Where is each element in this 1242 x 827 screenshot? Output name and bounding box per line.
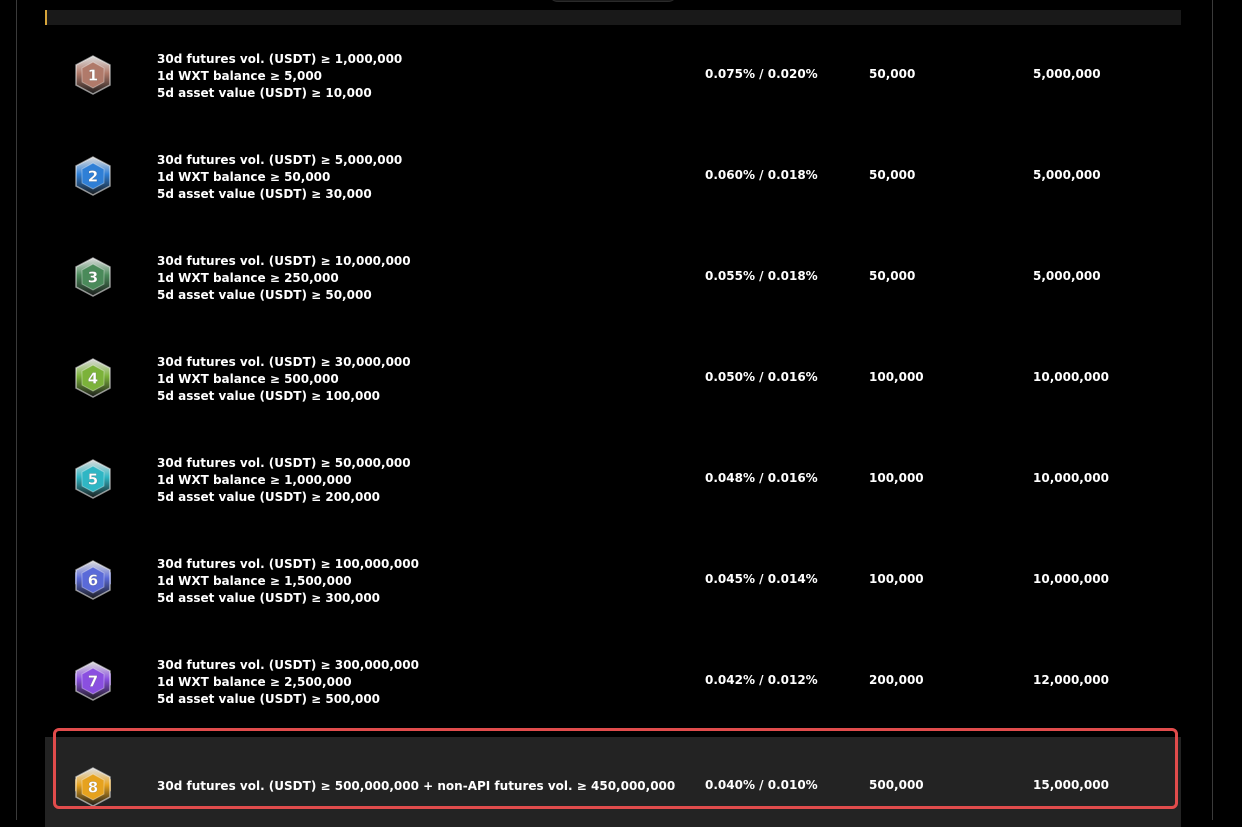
svg-text:4: 4 [88,370,98,388]
vip-level-5-badge-icon: 5 [71,457,115,501]
vip-level-4-badge-icon: 4 [71,356,115,400]
requirement-line: 1d WXT balance ≥ 500,000 [157,372,339,386]
requirement-line: 5d asset value (USDT) ≥ 300,000 [157,591,381,605]
tier-limit-value: 100,000 [869,370,924,384]
tier-requirements: 30d futures vol. (USDT) ≥ 300,000,000 1d … [157,657,419,708]
requirement-line: 30d futures vol. (USDT) ≥ 300,000,000 [157,658,419,672]
tier-limit-value: 100,000 [869,572,924,586]
vip-level-2-badge-icon: 2 [71,154,115,198]
tier-withdraw-value: 10,000,000 [1033,572,1109,586]
tier-withdraw-value: 5,000,000 [1033,67,1101,81]
requirement-line: 5d asset value (USDT) ≥ 200,000 [157,490,381,504]
svg-text:1: 1 [88,67,98,85]
requirement-line: 1d WXT balance ≥ 2,500,000 [157,675,352,689]
maker-taker-fee: 0.050% / 0.016% [705,370,818,384]
tier-limit-value: 50,000 [869,168,916,182]
tier-requirements: 30d futures vol. (USDT) ≥ 10,000,000 1d W… [157,253,411,304]
maker-taker-fee: 0.040% / 0.010% [705,778,818,792]
requirement-line: 5d asset value (USDT) ≥ 10,000 [157,86,372,100]
requirement-line: 30d futures vol. (USDT) ≥ 10,000,000 [157,254,411,268]
vip-level-8-badge-icon: 8 [71,765,115,809]
tier-limit-value: 50,000 [869,269,916,283]
tier-requirements: 30d futures vol. (USDT) ≥ 1,000,000 1d WX… [157,51,402,102]
page-left-border [16,0,17,820]
requirement-line: 1d WXT balance ≥ 250,000 [157,271,339,285]
vip-level-1-badge-icon: 1 [71,53,115,97]
tier-limit-value: 50,000 [869,67,916,81]
page-right-border [1212,0,1213,820]
requirement-line: 5d asset value (USDT) ≥ 100,000 [157,389,381,403]
tier-requirements: 30d futures vol. (USDT) ≥ 5,000,000 1d WX… [157,152,402,203]
tier-row: 5 30d futures vol. (USDT) ≥ 50,000,000 1d… [45,429,1181,530]
tier-requirements: 30d futures vol. (USDT) ≥ 500,000,000 + … [157,778,675,795]
requirement-line: 30d futures vol. (USDT) ≥ 5,000,000 [157,153,403,167]
requirement-line: 30d futures vol. (USDT) ≥ 500,000,000 + … [157,779,676,793]
requirement-line: 30d futures vol. (USDT) ≥ 1,000,000 [157,52,403,66]
svg-text:8: 8 [88,779,98,797]
tier-limit-value: 200,000 [869,673,924,687]
tier-withdraw-value: 10,000,000 [1033,370,1109,384]
requirement-line: 30d futures vol. (USDT) ≥ 30,000,000 [157,355,411,369]
tier-row: 6 30d futures vol. (USDT) ≥ 100,000,000 1… [45,530,1181,631]
svg-text:7: 7 [88,673,98,691]
svg-text:3: 3 [88,269,98,287]
maker-taker-fee: 0.075% / 0.020% [705,67,818,81]
tier-row: 4 30d futures vol. (USDT) ≥ 30,000,000 1d… [45,328,1181,429]
requirement-line: 1d WXT balance ≥ 1,000,000 [157,473,352,487]
maker-taker-fee: 0.060% / 0.018% [705,168,818,182]
tier-withdraw-value: 15,000,000 [1033,778,1109,792]
tier-withdraw-value: 5,000,000 [1033,269,1101,283]
table-header-bar [45,10,1181,25]
tier-requirements: 30d futures vol. (USDT) ≥ 100,000,000 1d … [157,556,419,607]
tier-withdraw-value: 12,000,000 [1033,673,1109,687]
svg-text:5: 5 [88,471,98,489]
requirement-line: 1d WXT balance ≥ 1,500,000 [157,574,352,588]
svg-text:6: 6 [88,572,98,590]
vip-level-7-badge-icon: 7 [71,659,115,703]
maker-taker-fee: 0.042% / 0.012% [705,673,818,687]
requirement-line: 1d WXT balance ≥ 5,000 [157,69,323,83]
tier-requirements: 30d futures vol. (USDT) ≥ 50,000,000 1d W… [157,455,411,506]
tier-requirements: 30d futures vol. (USDT) ≥ 30,000,000 1d W… [157,354,411,405]
vip-level-3-badge-icon: 3 [71,255,115,299]
maker-taker-fee: 0.045% / 0.014% [705,572,818,586]
header-accent-line [45,10,47,25]
requirement-line: 30d futures vol. (USDT) ≥ 50,000,000 [157,456,411,470]
requirement-line: 5d asset value (USDT) ≥ 30,000 [157,187,372,201]
vip-level-6-badge-icon: 6 [71,558,115,602]
tier-limit-value: 100,000 [869,471,924,485]
requirement-line: 5d asset value (USDT) ≥ 50,000 [157,288,372,302]
tier-row: 7 30d futures vol. (USDT) ≥ 300,000,000 1… [45,631,1181,732]
top-tab-notch [548,0,678,2]
tier-withdraw-value: 10,000,000 [1033,471,1109,485]
tier-row: 2 30d futures vol. (USDT) ≥ 5,000,000 1d … [45,126,1181,227]
tier-limit-value: 500,000 [869,778,924,792]
maker-taker-fee: 0.055% / 0.018% [705,269,818,283]
tier-row: 1 30d futures vol. (USDT) ≥ 1,000,000 1d … [45,25,1181,126]
tier-withdraw-value: 5,000,000 [1033,168,1101,182]
tier-row: 8 30d futures vol. (USDT) ≥ 500,000,000 … [45,737,1181,827]
maker-taker-fee: 0.048% / 0.016% [705,471,818,485]
svg-text:2: 2 [88,168,98,186]
vip-tier-table: 1 30d futures vol. (USDT) ≥ 1,000,000 1d … [45,25,1181,827]
tier-row: 3 30d futures vol. (USDT) ≥ 10,000,000 1d… [45,227,1181,328]
requirement-line: 30d futures vol. (USDT) ≥ 100,000,000 [157,557,419,571]
requirement-line: 1d WXT balance ≥ 50,000 [157,170,331,184]
requirement-line: 5d asset value (USDT) ≥ 500,000 [157,692,381,706]
